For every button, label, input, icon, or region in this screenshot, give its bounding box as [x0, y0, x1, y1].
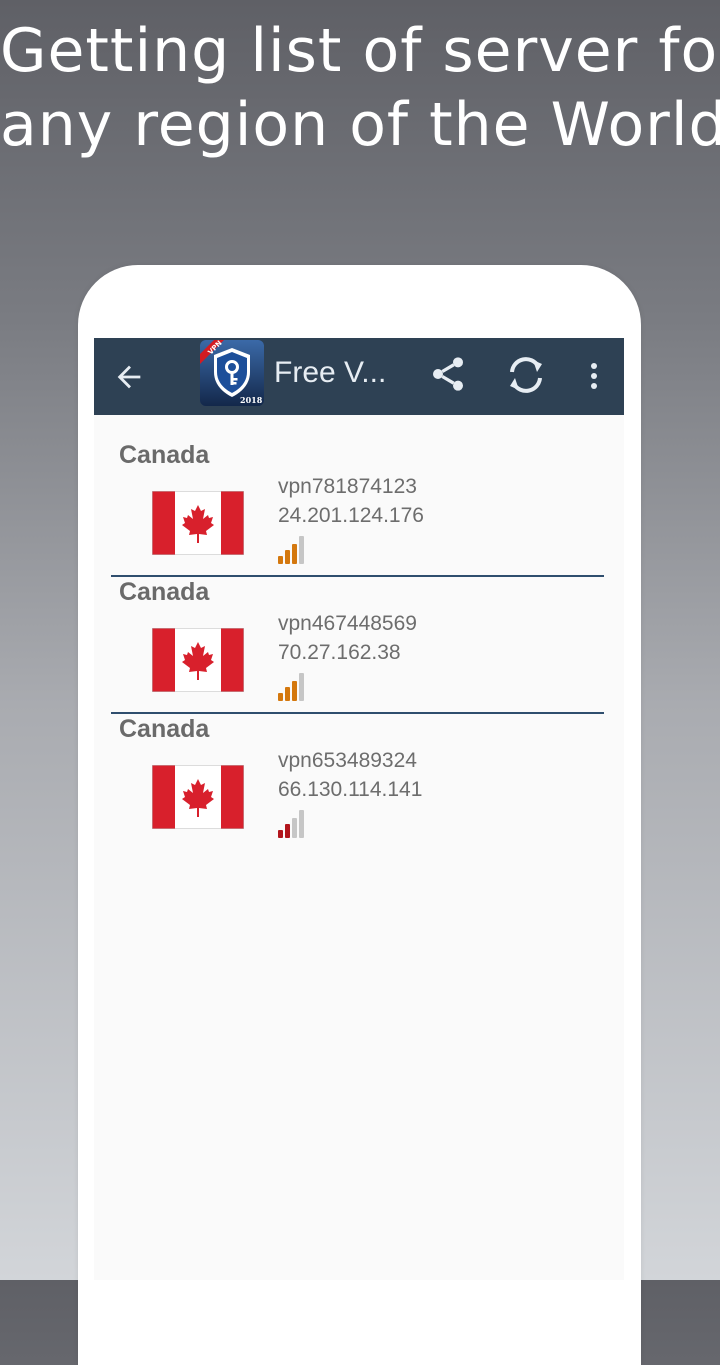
signal-bar — [278, 693, 283, 701]
app-screen: VPN 2018 Free V... Canada vpn781874123 2… — [94, 338, 624, 1280]
signal-bar — [292, 544, 297, 564]
share-icon[interactable] — [428, 354, 468, 394]
list-divider — [111, 712, 604, 714]
signal-bar — [278, 556, 283, 564]
server-country-label: Canada — [119, 715, 210, 743]
server-country-label: Canada — [119, 578, 210, 606]
app-logo-shield-icon: VPN 2018 — [200, 340, 264, 406]
list-divider — [111, 575, 604, 577]
server-hostname: vpn653489324 — [278, 749, 417, 772]
signal-bar — [299, 810, 304, 838]
signal-strength-icon — [278, 536, 304, 564]
server-hostname: vpn467448569 — [278, 612, 417, 635]
signal-bar — [285, 687, 290, 701]
app-title: Free V... — [274, 356, 387, 389]
server-list-item[interactable]: Canada vpn781874123 24.201.124.176 — [94, 441, 624, 578]
signal-bar — [299, 673, 304, 701]
canada-flag-icon — [152, 765, 244, 829]
server-country-label: Canada — [119, 441, 210, 469]
refresh-icon[interactable] — [502, 352, 550, 398]
server-ip-address: 66.130.114.141 — [278, 778, 423, 801]
server-list-item[interactable]: Canada vpn467448569 70.27.162.38 — [94, 578, 624, 715]
logo-year-text: 2018 — [240, 395, 263, 405]
signal-strength-icon — [278, 673, 304, 701]
promo-headline: Getting list of server for any region of… — [0, 14, 720, 162]
server-ip-address: 70.27.162.38 — [278, 641, 401, 664]
signal-bar — [292, 681, 297, 701]
server-ip-address: 24.201.124.176 — [278, 504, 424, 527]
canada-flag-icon — [152, 628, 244, 692]
server-hostname: vpn781874123 — [278, 475, 417, 498]
server-list-item[interactable]: Canada vpn653489324 66.130.114.141 — [94, 715, 624, 852]
canada-flag-icon — [152, 491, 244, 555]
promo-headline-line-2: any region of the World — [0, 90, 720, 160]
signal-bar — [278, 830, 283, 838]
signal-strength-icon — [278, 810, 304, 838]
signal-bar — [285, 824, 290, 838]
more-vert-icon[interactable] — [584, 356, 604, 396]
signal-bar — [285, 550, 290, 564]
back-arrow-icon[interactable] — [112, 360, 146, 394]
signal-bar — [299, 536, 304, 564]
app-toolbar: VPN 2018 Free V... — [94, 338, 624, 415]
promo-headline-line-1: Getting list of server for — [0, 16, 720, 86]
signal-bar — [292, 818, 297, 838]
